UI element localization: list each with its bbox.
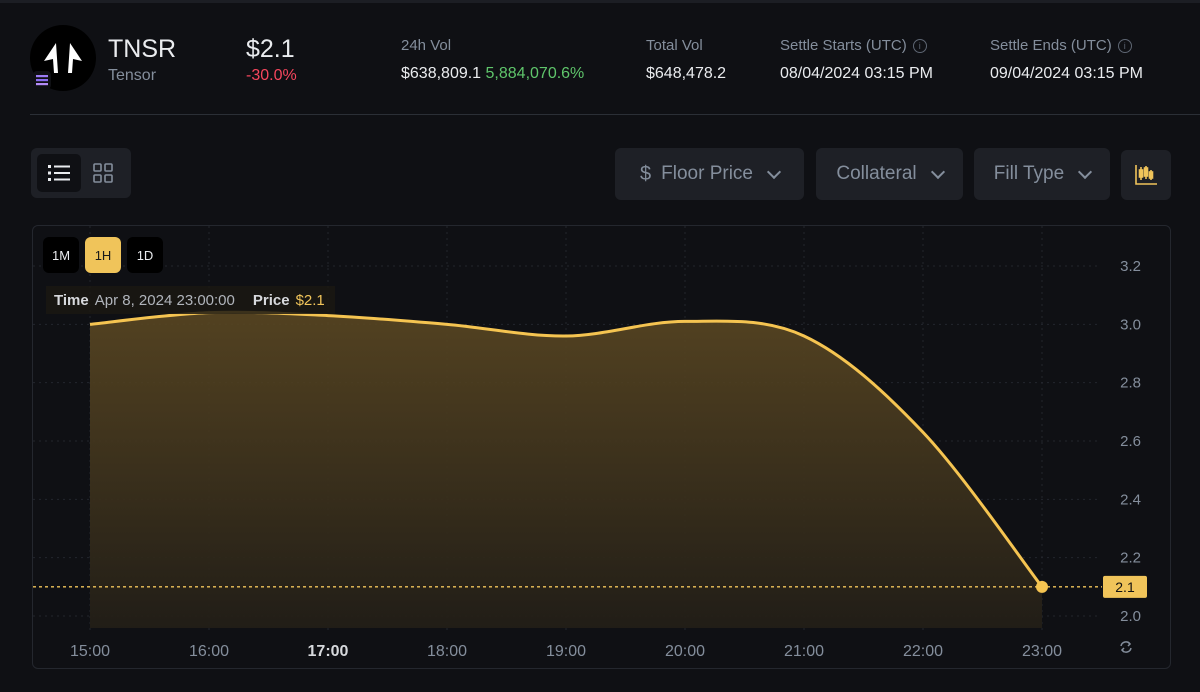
timeframe-1h[interactable]: 1H: [85, 237, 121, 273]
x-tick-label: 16:00: [189, 643, 229, 660]
tooltip-price: $2.1: [295, 291, 325, 309]
x-tick-label: 15:00: [70, 643, 110, 660]
refresh-icon[interactable]: [1120, 641, 1132, 653]
x-tick-label: 18:00: [427, 643, 467, 660]
last-price-point: [1036, 580, 1048, 593]
x-tick-label: 17:00: [308, 643, 349, 660]
chart-tooltip: Time Apr 8, 2024 23:00:00 Price $2.1: [46, 286, 335, 314]
price-chart[interactable]: 3.2 3.0 2.8 2.6 2.4 2.2 2.0 15:00 16:00 17:00 18:0…: [0, 0, 1200, 692]
area-fill: [90, 312, 1042, 628]
y-tick-label: 2.6: [1120, 433, 1141, 450]
x-tick-label: 22:00: [903, 643, 943, 660]
y-tick-label: 3.2: [1120, 258, 1141, 275]
tooltip-time-label: Time: [54, 291, 89, 309]
x-tick-label: 20:00: [665, 643, 705, 660]
timeframe-1m[interactable]: 1M: [43, 237, 79, 273]
y-tick-label: 2.0: [1120, 608, 1141, 625]
tooltip-price-label: Price: [252, 291, 290, 309]
last-price-label: 2.1: [1115, 579, 1135, 595]
x-tick-label: 19:00: [546, 643, 586, 660]
timeframe-1d[interactable]: 1D: [127, 237, 163, 273]
y-tick-label: 2.2: [1120, 550, 1141, 567]
x-tick-label: 21:00: [784, 643, 824, 660]
y-tick-label: 2.4: [1120, 491, 1141, 508]
x-tick-label: 23:00: [1022, 643, 1062, 660]
tooltip-time: Apr 8, 2024 23:00:00: [94, 291, 235, 309]
y-tick-label: 3.0: [1120, 316, 1141, 333]
y-tick-label: 2.8: [1120, 375, 1141, 392]
